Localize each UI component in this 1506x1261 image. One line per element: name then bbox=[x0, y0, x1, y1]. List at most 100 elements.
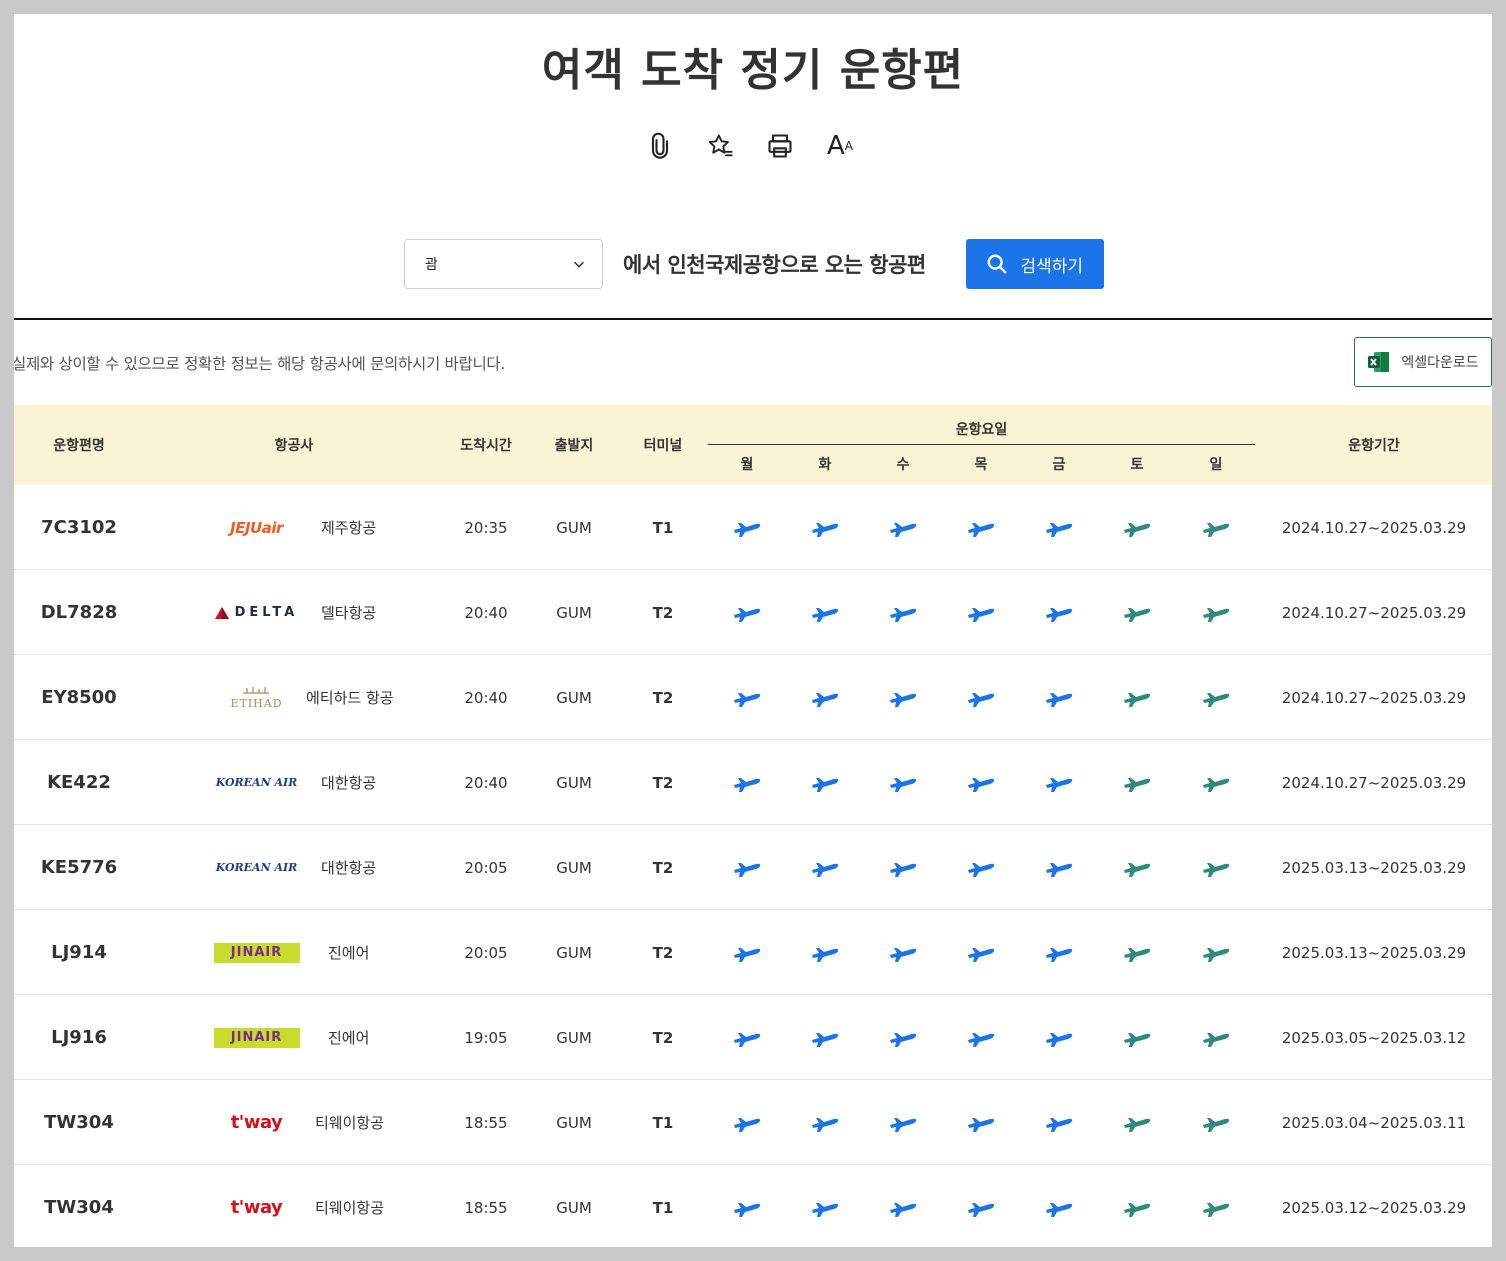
table-row: 7C3102 JEJUair 제주항공 20:35 GUM T1 2024.10.27~20… bbox=[14, 485, 1492, 570]
origin-select-value: 괌 bbox=[425, 257, 438, 273]
star-bookmark-icon[interactable] bbox=[704, 130, 736, 162]
plane-icon-fri bbox=[1044, 515, 1074, 539]
flight-number: TW304 bbox=[44, 1112, 114, 1133]
airline-name: 티웨이항공 bbox=[315, 1199, 385, 1217]
plane-icon-fri bbox=[1044, 1110, 1074, 1134]
plane-icon-fri bbox=[1044, 855, 1074, 879]
airline-logo: ETIHAD bbox=[209, 655, 304, 740]
header-arrival-time: 도착시간 bbox=[460, 438, 512, 454]
flight-number: TW304 bbox=[44, 1197, 114, 1218]
airline-logo: KOREAN AIR bbox=[209, 825, 304, 910]
plane-icon-thu bbox=[966, 1110, 996, 1134]
airline-name: 티웨이항공 bbox=[315, 1114, 385, 1132]
airline-logo: JINAIR bbox=[209, 910, 304, 995]
search-suffix-text: 에서 인천국제공항으로 오는 항공편 bbox=[623, 253, 926, 277]
origin-select[interactable]: 괌 bbox=[404, 239, 603, 289]
header-flight: 운항편명 bbox=[53, 438, 105, 454]
airline-name: 델타항공 bbox=[321, 604, 377, 622]
plane-icon-mon bbox=[732, 770, 762, 794]
plane-icon-mon bbox=[732, 600, 762, 624]
search-button[interactable]: 검색하기 bbox=[965, 239, 1104, 289]
plane-icon-fri bbox=[1044, 940, 1074, 964]
origin-code: GUM bbox=[556, 1198, 592, 1217]
paperclip-icon[interactable] bbox=[644, 130, 676, 162]
plane-icon-thu bbox=[966, 1025, 996, 1049]
origin-code: GUM bbox=[556, 858, 592, 877]
section-divider bbox=[14, 318, 1492, 320]
font-size-small-glyph: A bbox=[844, 139, 853, 153]
airline-name: 진에어 bbox=[328, 944, 370, 962]
airline-name: 대한항공 bbox=[321, 774, 377, 792]
plane-icon-mon bbox=[732, 855, 762, 879]
arrival-time: 20:40 bbox=[464, 773, 508, 792]
airline-name: 대한항공 bbox=[321, 859, 377, 877]
operation-period: 2024.10.27~2025.03.29 bbox=[1281, 773, 1467, 792]
origin-code: GUM bbox=[556, 1028, 592, 1047]
airline-name: 에티하드 항공 bbox=[306, 689, 394, 707]
plane-icon-tue bbox=[810, 1195, 840, 1219]
operation-period: 2025.03.13~2025.03.29 bbox=[1281, 858, 1467, 877]
arrival-time: 20:35 bbox=[464, 518, 508, 537]
font-size-large-glyph: A bbox=[826, 131, 845, 161]
plane-icon-tue bbox=[810, 1025, 840, 1049]
header-days-divider bbox=[708, 444, 1255, 445]
delta-logo-text: DELTA bbox=[234, 605, 299, 620]
etihad-arabic-mark-icon bbox=[243, 686, 270, 694]
operation-period: 2025.03.13~2025.03.29 bbox=[1281, 943, 1467, 962]
page-tools: AA bbox=[644, 126, 874, 166]
plane-icon-mon bbox=[732, 515, 762, 539]
arrival-time: 18:55 bbox=[464, 1198, 508, 1217]
plane-icon-sun bbox=[1201, 1195, 1231, 1219]
airline-logo: JINAIR bbox=[209, 995, 304, 1080]
terminal: T2 bbox=[652, 688, 674, 707]
terminal: T1 bbox=[652, 518, 674, 537]
arrival-time: 20:05 bbox=[464, 943, 508, 962]
airline-logo: DELTA bbox=[209, 570, 304, 655]
excel-download-button[interactable]: 엑셀다운로드 bbox=[1354, 337, 1492, 387]
plane-icon-sat bbox=[1122, 940, 1152, 964]
plane-icon-fri bbox=[1044, 1195, 1074, 1219]
arrival-time: 20:05 bbox=[464, 858, 508, 877]
plane-icon-tue bbox=[810, 515, 840, 539]
plane-icon-mon bbox=[732, 940, 762, 964]
plane-icon-fri bbox=[1044, 1025, 1074, 1049]
table-row: EY8500 ETIHAD 에티하드 항공 20:40 GUM T2 2024.10.27~… bbox=[14, 655, 1492, 740]
delta-triangle-icon bbox=[214, 606, 229, 619]
plane-icon-thu bbox=[966, 1195, 996, 1219]
excel-icon bbox=[1368, 352, 1390, 372]
plane-icon-tue bbox=[810, 770, 840, 794]
header-day-sat: 토 bbox=[1130, 457, 1144, 473]
table-body: 7C3102 JEJUair 제주항공 20:35 GUM T1 2024.10.27~20… bbox=[14, 485, 1492, 1247]
plane-icon-tue bbox=[810, 940, 840, 964]
origin-code: GUM bbox=[556, 773, 592, 792]
printer-icon[interactable] bbox=[764, 130, 796, 162]
plane-icon-wed bbox=[888, 940, 918, 964]
plane-icon-sat bbox=[1122, 770, 1152, 794]
plane-icon-wed bbox=[888, 1110, 918, 1134]
plane-icon-mon bbox=[732, 1195, 762, 1219]
plane-icon-sat bbox=[1122, 1110, 1152, 1134]
plane-icon-sat bbox=[1122, 855, 1152, 879]
plane-icon-wed bbox=[888, 515, 918, 539]
plane-icon-tue bbox=[810, 855, 840, 879]
tway-logo-text: t'way bbox=[230, 1112, 283, 1133]
header-day-mon: 월 bbox=[740, 457, 754, 473]
plane-icon-sat bbox=[1122, 515, 1152, 539]
font-size-icon[interactable]: AA bbox=[824, 130, 856, 162]
operation-period: 2025.03.12~2025.03.29 bbox=[1281, 1198, 1467, 1217]
flight-number: LJ914 bbox=[51, 942, 107, 963]
plane-icon-sun bbox=[1201, 600, 1231, 624]
korean-air-logo-text: KOREAN AIR bbox=[215, 776, 298, 789]
header-day-sun: 일 bbox=[1209, 457, 1223, 473]
plane-icon-wed bbox=[888, 855, 918, 879]
table-row: TW304 t'way 티웨이항공 18:55 GUM T1 2025.03.04~2025… bbox=[14, 1080, 1492, 1165]
origin-code: GUM bbox=[556, 1113, 592, 1132]
plane-icon-fri bbox=[1044, 600, 1074, 624]
table-header: 운항편명 항공사 도착시간 출발지 터미널 운항요일 월 화 수 목 금 토 일… bbox=[14, 405, 1492, 485]
plane-icon-mon bbox=[732, 1110, 762, 1134]
plane-icon-sun bbox=[1201, 515, 1231, 539]
origin-code: GUM bbox=[556, 943, 592, 962]
jin-air-logo-text: JINAIR bbox=[213, 942, 300, 963]
arrival-time: 19:05 bbox=[464, 1028, 508, 1047]
table-row: LJ916 JINAIR 진에어 19:05 GUM T2 2025.03.05~2025.… bbox=[14, 995, 1492, 1080]
